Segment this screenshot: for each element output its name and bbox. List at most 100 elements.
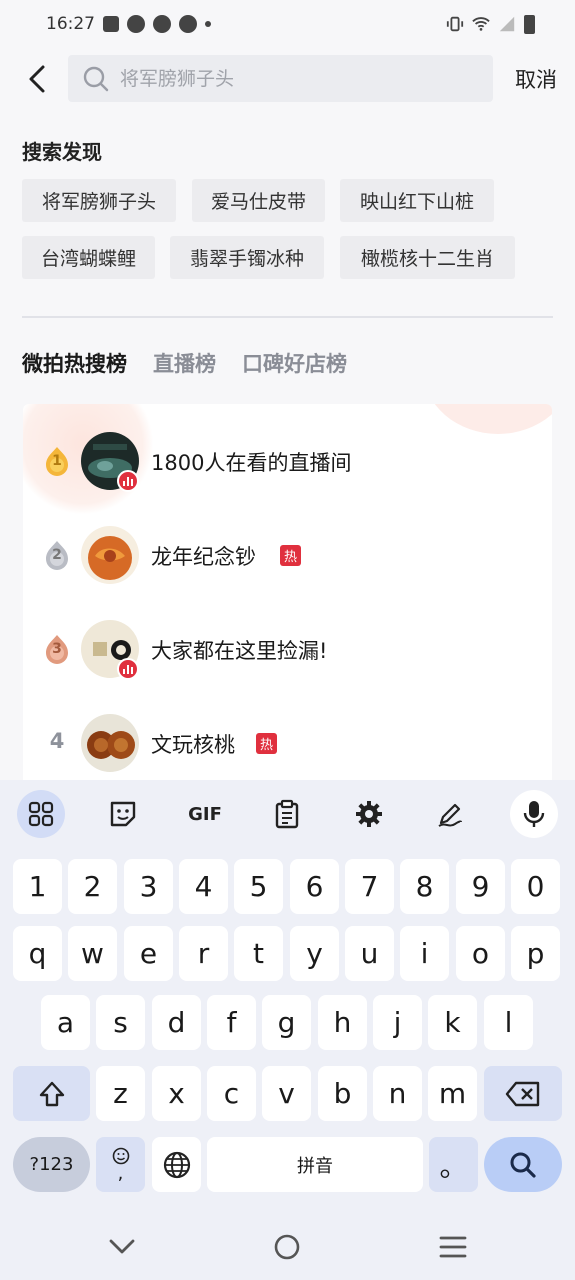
system-nav-bar — [0, 1210, 575, 1280]
key-9[interactable]: 9 — [456, 859, 505, 914]
key-8[interactable]: 8 — [400, 859, 449, 914]
key-7[interactable]: 7 — [345, 859, 394, 914]
key-l[interactable]: l — [484, 995, 533, 1050]
vibrate-icon — [446, 16, 464, 32]
ranking-item[interactable]: 3 大家都在这里捡漏! — [23, 617, 552, 681]
shift-key[interactable] — [13, 1066, 90, 1121]
language-key[interactable] — [152, 1137, 201, 1192]
symbols-key[interactable]: ?123 — [13, 1137, 90, 1192]
key-r[interactable]: r — [179, 926, 228, 981]
status-bar: 16:27 — [0, 0, 575, 48]
ranking-item[interactable]: 2 龙年纪念钞 热 — [23, 523, 552, 587]
wifi-icon — [472, 17, 490, 31]
space-key[interactable]: 拼音 — [207, 1137, 423, 1192]
emoji-comma-key[interactable]: , — [96, 1137, 145, 1192]
avatar — [81, 526, 139, 584]
voice-input-button[interactable] — [510, 790, 558, 838]
key-c[interactable]: c — [207, 1066, 256, 1121]
key-1[interactable]: 1 — [13, 859, 62, 914]
discover-chip[interactable]: 将军膀狮子头 — [22, 179, 176, 222]
message-icon — [103, 16, 119, 32]
item-title: 龙年纪念钞 — [151, 545, 256, 569]
key-k[interactable]: k — [428, 995, 477, 1050]
key-s[interactable]: s — [96, 995, 145, 1050]
tab-live[interactable]: 直播榜 — [153, 348, 216, 378]
key-i[interactable]: i — [400, 926, 449, 981]
key-h[interactable]: h — [318, 995, 367, 1050]
key-u[interactable]: u — [345, 926, 394, 981]
clipboard-button[interactable] — [263, 790, 311, 838]
back-button[interactable] — [20, 61, 54, 97]
discover-chip[interactable]: 爱马仕皮带 — [192, 179, 325, 222]
nav-recents-button[interactable] — [438, 1232, 468, 1262]
period-key[interactable]: 。 — [429, 1137, 478, 1192]
discover-title: 搜索发现 — [22, 140, 102, 164]
key-o[interactable]: o — [456, 926, 505, 981]
search-header: 取消 — [0, 55, 575, 103]
key-n[interactable]: n — [373, 1066, 422, 1121]
search-icon — [510, 1152, 536, 1178]
tab-good-shops[interactable]: 口碑好店榜 — [242, 348, 347, 378]
key-2[interactable]: 2 — [68, 859, 117, 914]
key-6[interactable]: 6 — [290, 859, 339, 914]
discover-chip[interactable]: 橄榄核十二生肖 — [340, 236, 515, 279]
gear-icon — [356, 801, 382, 827]
clipboard-icon — [275, 799, 299, 829]
ranking-item[interactable]: 4 文玩核桃 热 — [23, 711, 552, 775]
key-j[interactable]: j — [373, 995, 422, 1050]
key-b[interactable]: b — [318, 1066, 367, 1121]
discover-chip[interactable]: 台湾蝴蝶鲤 — [22, 236, 155, 279]
avatar — [81, 714, 139, 772]
key-d[interactable]: d — [152, 995, 201, 1050]
gif-button[interactable]: GIF — [181, 790, 229, 838]
key-q[interactable]: q — [13, 926, 62, 981]
key-x[interactable]: x — [152, 1066, 201, 1121]
shift-icon — [39, 1081, 64, 1106]
battery-icon — [524, 14, 535, 34]
key-f[interactable]: f — [207, 995, 256, 1050]
rank-number: 4 — [49, 729, 65, 753]
key-4[interactable]: 4 — [179, 859, 228, 914]
more-notifications-icon — [205, 21, 211, 27]
chevron-down-icon — [109, 1239, 135, 1254]
settings-button[interactable] — [345, 790, 393, 838]
handwriting-button[interactable] — [426, 790, 474, 838]
section-divider — [22, 316, 553, 318]
key-v[interactable]: v — [262, 1066, 311, 1121]
cancel-button[interactable]: 取消 — [515, 64, 557, 94]
ranking-tabs: 微拍热搜榜 直播榜 口碑好店榜 — [22, 348, 347, 378]
key-p[interactable]: p — [511, 926, 560, 981]
live-icon — [117, 470, 139, 492]
key-m[interactable]: m — [428, 1066, 477, 1121]
key-g[interactable]: g — [262, 995, 311, 1050]
key-0[interactable]: 0 — [511, 859, 560, 914]
search-action-key[interactable] — [484, 1137, 562, 1192]
ranking-item[interactable]: 1 1800人在看的直播间 — [23, 429, 552, 493]
key-e[interactable]: e — [124, 926, 173, 981]
nav-back-button[interactable] — [107, 1232, 137, 1262]
key-5[interactable]: 5 — [234, 859, 283, 914]
search-input[interactable] — [120, 67, 480, 90]
emoji-icon — [112, 1147, 129, 1164]
search-box[interactable] — [68, 55, 493, 102]
discover-chip[interactable]: 翡翠手镯冰种 — [170, 236, 324, 279]
key-a[interactable]: a — [41, 995, 90, 1050]
key-3[interactable]: 3 — [124, 859, 173, 914]
apps-grid-button[interactable] — [17, 790, 65, 838]
backspace-key[interactable] — [484, 1066, 562, 1121]
item-title: 大家都在这里捡漏! — [151, 639, 328, 663]
live-icon — [117, 658, 139, 680]
keyboard-toolbar: GIF — [0, 780, 575, 846]
discover-chip[interactable]: 映山红下山桩 — [340, 179, 494, 222]
comma-label: , — [117, 1162, 124, 1184]
nav-home-button[interactable] — [272, 1232, 302, 1262]
rank-number: 2 — [52, 547, 62, 563]
key-w[interactable]: w — [68, 926, 117, 981]
key-z[interactable]: z — [96, 1066, 145, 1121]
key-t[interactable]: t — [234, 926, 283, 981]
back-arrow-icon — [29, 65, 45, 93]
sticker-button[interactable] — [99, 790, 147, 838]
key-y[interactable]: y — [290, 926, 339, 981]
tab-hot-search[interactable]: 微拍热搜榜 — [22, 348, 127, 378]
backspace-icon — [505, 1081, 540, 1106]
